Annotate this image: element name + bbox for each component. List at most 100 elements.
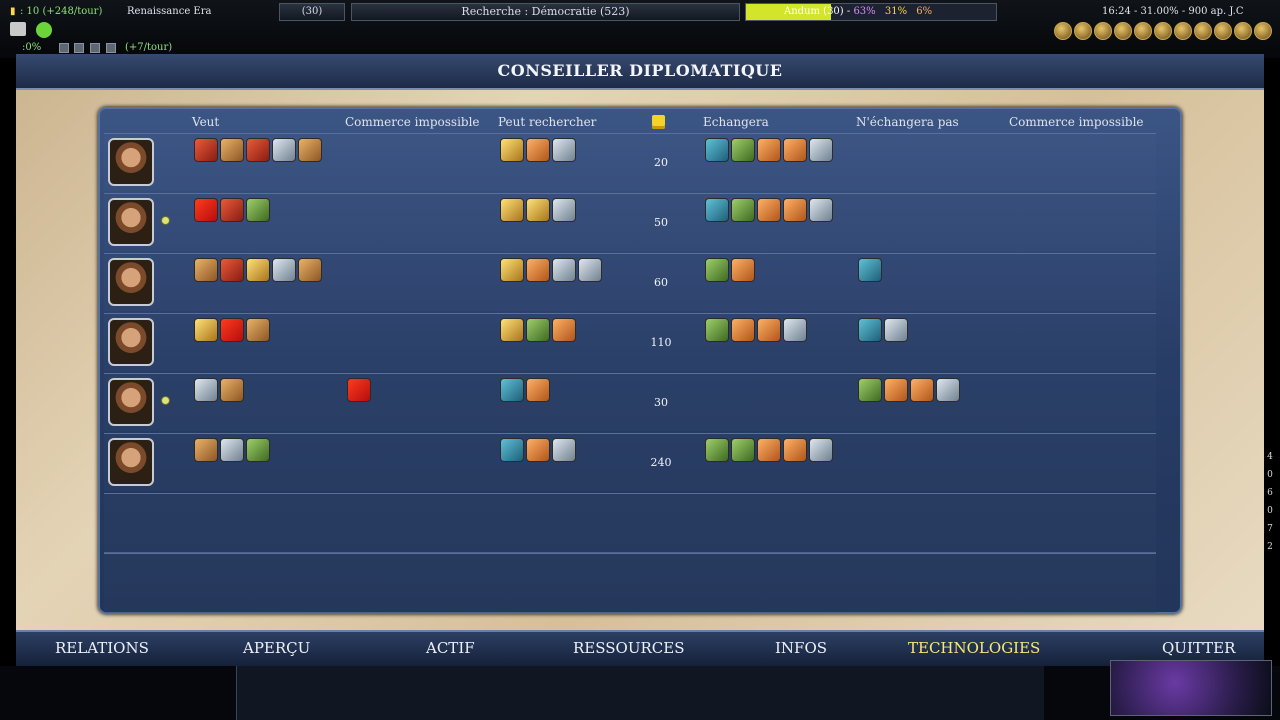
- tech-icon[interactable]: [705, 258, 729, 282]
- tech-icon[interactable]: [705, 138, 729, 162]
- tech-icon[interactable]: [910, 378, 934, 402]
- tech-icon[interactable]: [500, 318, 524, 342]
- tech-icon[interactable]: [757, 318, 781, 342]
- advisor-icon[interactable]: [1054, 22, 1072, 40]
- population-box[interactable]: (30): [279, 3, 345, 21]
- tech-icon[interactable]: [246, 318, 270, 342]
- tech-icon[interactable]: [220, 318, 244, 342]
- tech-icon[interactable]: [858, 318, 882, 342]
- tech-icon[interactable]: [298, 258, 322, 282]
- leader-portrait[interactable]: [108, 378, 154, 426]
- advisor-icon[interactable]: [1134, 22, 1152, 40]
- tech-icon[interactable]: [552, 438, 576, 462]
- tech-icon[interactable]: [552, 258, 576, 282]
- tech-icon[interactable]: [783, 318, 807, 342]
- leader-portrait[interactable]: [108, 438, 154, 486]
- tech-icon[interactable]: [757, 198, 781, 222]
- tech-icon[interactable]: [731, 258, 755, 282]
- tech-icon[interactable]: [731, 198, 755, 222]
- tab-actif[interactable]: ACTIF: [426, 639, 475, 657]
- tech-icon[interactable]: [809, 198, 833, 222]
- religion-stats-box[interactable]: Andum (30) - 63% 31% 6%: [745, 3, 997, 21]
- advisor-icon[interactable]: [1114, 22, 1132, 40]
- rate-min-button[interactable]: [90, 43, 100, 53]
- tab-infos[interactable]: INFOS: [775, 639, 827, 657]
- tech-icon[interactable]: [194, 258, 218, 282]
- advisor-icon[interactable]: [1194, 22, 1212, 40]
- tech-icon[interactable]: [757, 438, 781, 462]
- tech-icon[interactable]: [500, 138, 524, 162]
- advisor-icon[interactable]: [1094, 22, 1112, 40]
- advisor-icon[interactable]: [1214, 22, 1232, 40]
- tech-icon[interactable]: [347, 378, 371, 402]
- tab-relations[interactable]: RELATIONS: [55, 639, 149, 657]
- tech-icon[interactable]: [858, 378, 882, 402]
- tech-icon[interactable]: [526, 258, 550, 282]
- tech-icon[interactable]: [731, 138, 755, 162]
- tech-icon[interactable]: [578, 258, 602, 282]
- tech-icon[interactable]: [526, 438, 550, 462]
- tech-icon[interactable]: [884, 378, 908, 402]
- tech-icon[interactable]: [552, 198, 576, 222]
- advisor-icon[interactable]: [1174, 22, 1192, 40]
- leader-portrait[interactable]: [108, 138, 154, 186]
- tech-icon[interactable]: [246, 438, 270, 462]
- advisor-icon[interactable]: [1234, 22, 1252, 40]
- tech-icon[interactable]: [194, 138, 218, 162]
- tech-icon[interactable]: [809, 138, 833, 162]
- tech-icon[interactable]: [246, 258, 270, 282]
- tech-icon[interactable]: [884, 318, 908, 342]
- tech-icon[interactable]: [783, 438, 807, 462]
- tech-icon[interactable]: [272, 258, 296, 282]
- leader-portrait[interactable]: [108, 258, 154, 306]
- tech-icon[interactable]: [194, 378, 218, 402]
- tech-icon[interactable]: [757, 138, 781, 162]
- tech-icon[interactable]: [194, 438, 218, 462]
- tech-icon[interactable]: [783, 198, 807, 222]
- tech-icon[interactable]: [783, 138, 807, 162]
- tab-ressources[interactable]: RESSOURCES: [573, 639, 684, 657]
- tech-icon[interactable]: [552, 138, 576, 162]
- tech-icon[interactable]: [194, 198, 218, 222]
- tech-icon[interactable]: [526, 378, 550, 402]
- tech-icon[interactable]: [705, 198, 729, 222]
- research-bar[interactable]: Recherche : Démocratie (523): [351, 3, 740, 21]
- tech-icon[interactable]: [220, 138, 244, 162]
- tech-icon[interactable]: [809, 438, 833, 462]
- tab-apercu[interactable]: APERÇU: [243, 639, 310, 657]
- tech-icon[interactable]: [500, 438, 524, 462]
- tech-icon[interactable]: [220, 258, 244, 282]
- tech-icon[interactable]: [272, 138, 296, 162]
- tech-icon[interactable]: [220, 438, 244, 462]
- rate-decrease-button[interactable]: [59, 43, 69, 53]
- leader-portrait[interactable]: [108, 318, 154, 366]
- tech-icon[interactable]: [194, 318, 218, 342]
- tech-icon[interactable]: [858, 258, 882, 282]
- tech-icon[interactable]: [220, 198, 244, 222]
- tech-icon[interactable]: [552, 318, 576, 342]
- tab-technologies[interactable]: TECHNOLOGIES: [908, 639, 1040, 657]
- minimap[interactable]: [1110, 660, 1272, 716]
- quit-button[interactable]: QUITTER: [1162, 639, 1235, 657]
- tech-icon[interactable]: [731, 438, 755, 462]
- tech-icon[interactable]: [220, 378, 244, 402]
- tech-icon[interactable]: [705, 318, 729, 342]
- tech-icon[interactable]: [246, 198, 270, 222]
- tech-icon[interactable]: [298, 138, 322, 162]
- tech-icon[interactable]: [500, 258, 524, 282]
- tech-icon[interactable]: [705, 438, 729, 462]
- tech-icon[interactable]: [500, 378, 524, 402]
- tech-icon[interactable]: [526, 138, 550, 162]
- leader-portrait[interactable]: [108, 198, 154, 246]
- rate-max-button[interactable]: [106, 43, 116, 53]
- advisor-icon[interactable]: [1254, 22, 1272, 40]
- tech-icon[interactable]: [731, 318, 755, 342]
- advisor-icon[interactable]: [1074, 22, 1092, 40]
- tech-icon[interactable]: [526, 198, 550, 222]
- tech-icon[interactable]: [526, 318, 550, 342]
- tech-icon[interactable]: [246, 138, 270, 162]
- advisor-icon[interactable]: [1154, 22, 1172, 40]
- tech-icon[interactable]: [936, 378, 960, 402]
- tech-icon[interactable]: [500, 198, 524, 222]
- rate-increase-button[interactable]: [74, 43, 84, 53]
